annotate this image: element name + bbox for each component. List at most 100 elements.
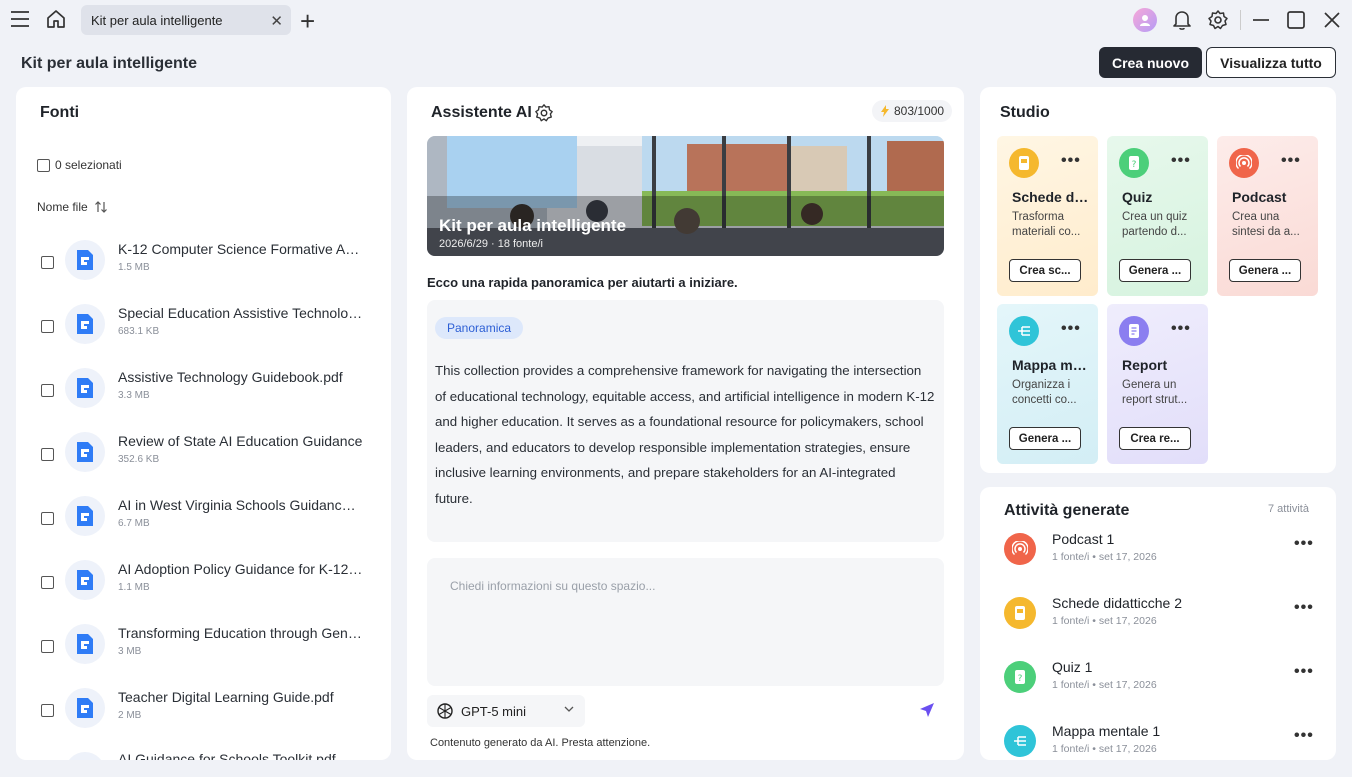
card-description: Trasforma materiali co...	[1012, 211, 1081, 238]
card-action-button[interactable]: Genera ...	[1229, 259, 1301, 282]
avatar[interactable]	[1133, 8, 1157, 32]
file-item[interactable]: Special Education Assistive Technology G…	[0, 296, 375, 360]
studio-card-report[interactable]: ••• Report Genera un report strut... Cre…	[1107, 304, 1208, 464]
overview-text: This collection provides a comprehensive…	[435, 363, 935, 506]
file-checkbox[interactable]	[41, 320, 54, 333]
more-icon[interactable]: •••	[1061, 320, 1081, 338]
file-checkbox[interactable]	[41, 448, 54, 461]
file-item[interactable]: Review of State AI Education Guidance 35…	[0, 424, 375, 488]
select-all-row[interactable]: 0 selezionati	[37, 158, 122, 172]
podcast-icon	[1229, 148, 1259, 178]
sort-by-name[interactable]: Nome file	[37, 200, 108, 214]
file-checkbox[interactable]	[41, 576, 54, 589]
document-icon	[65, 432, 105, 472]
chevron-down-icon[interactable]	[564, 704, 574, 715]
card-action-button[interactable]: Genera ...	[1009, 427, 1081, 450]
create-new-button[interactable]: Crea nuovo	[1099, 47, 1202, 78]
more-icon[interactable]: •••	[1294, 599, 1314, 617]
tab-active[interactable]: Kit per aula intelligente ✕	[81, 5, 291, 35]
studio-card-mindmap[interactable]: ••• Mappa mentale Organizza i concetti c…	[997, 304, 1098, 464]
studio-card-podcast[interactable]: ••• Podcast Crea una sintesi da a... Gen…	[1217, 136, 1318, 296]
chat-input[interactable]	[427, 558, 944, 686]
title-bar: Kit per aula intelligente ✕ +	[0, 0, 1352, 40]
file-name: AI in West Virginia Schools Guidance.pdf	[118, 497, 363, 513]
card-title: Mappa mentale	[1012, 357, 1092, 373]
select-all-checkbox[interactable]	[37, 158, 50, 172]
mindmap-icon	[1004, 725, 1036, 757]
document-icon	[65, 240, 105, 280]
settings-icon[interactable]	[1207, 9, 1229, 31]
view-all-button[interactable]: Visualizza tutto	[1206, 47, 1336, 78]
document-icon	[65, 752, 105, 760]
bell-icon[interactable]	[1172, 9, 1192, 31]
more-icon[interactable]: •••	[1171, 152, 1191, 170]
file-item[interactable]: Assistive Technology Guidebook.pdf 3.3 M…	[0, 360, 375, 424]
activity-item[interactable]: Mappa mentale 1 1 fonte/i • set 17, 2026…	[1000, 723, 1320, 773]
activity-title: Schede didatticche 2	[1052, 595, 1182, 611]
studio-title: Studio	[1000, 104, 1050, 121]
sources-title: Fonti	[40, 104, 80, 121]
maximize-icon[interactable]	[1286, 10, 1306, 30]
report-icon	[1119, 316, 1149, 346]
card-action-button[interactable]: Crea re...	[1119, 427, 1191, 450]
activity-meta: 1 fonte/i • set 17, 2026	[1052, 743, 1157, 755]
document-icon	[65, 560, 105, 600]
more-icon[interactable]: •••	[1061, 152, 1081, 170]
file-checkbox[interactable]	[41, 256, 54, 269]
file-checkbox[interactable]	[41, 640, 54, 653]
file-name: Assistive Technology Guidebook.pdf	[118, 369, 343, 385]
assistant-settings-icon[interactable]	[534, 103, 554, 128]
file-checkbox[interactable]	[41, 704, 54, 717]
file-size: 3.3 MB	[118, 390, 150, 401]
file-item[interactable]: Transforming Education through Generativ…	[0, 616, 375, 680]
card-title: Report	[1122, 357, 1168, 373]
sort-icon[interactable]	[94, 200, 108, 214]
home-icon[interactable]	[45, 8, 67, 30]
overview-chip[interactable]: Panoramica	[435, 317, 524, 339]
flashcard-icon	[1009, 148, 1039, 178]
new-tab-button[interactable]: +	[300, 6, 315, 37]
model-logo-icon	[437, 703, 453, 719]
menu-icon[interactable]	[10, 10, 30, 28]
card-action-button[interactable]: Crea sc...	[1009, 259, 1081, 282]
activity-title: Mappa mentale 1	[1052, 723, 1161, 739]
studio-card-flashcards[interactable]: ••• Schede didattiche Trasforma material…	[997, 136, 1098, 296]
send-icon[interactable]	[918, 701, 936, 724]
svg-text:?: ?	[1132, 160, 1137, 170]
page-title: Kit per aula intelligente	[21, 55, 198, 72]
file-item[interactable]: AI in West Virginia Schools Guidance.pdf…	[0, 488, 375, 552]
studio-card-quiz[interactable]: ? ••• Quiz Crea un quiz partendo d... Ge…	[1107, 136, 1208, 296]
file-item[interactable]: Teacher Digital Learning Guide.pdf 2 MB	[0, 680, 375, 744]
more-icon[interactable]: •••	[1171, 320, 1191, 338]
tab-title: Kit per aula intelligente	[91, 12, 223, 28]
activity-item[interactable]: Podcast 1 1 fonte/i • set 17, 2026 •••	[1000, 531, 1320, 581]
file-checkbox[interactable]	[41, 384, 54, 397]
more-icon[interactable]: •••	[1294, 727, 1314, 745]
activity-item[interactable]: Schede didatticche 2 1 fonte/i • set 17,…	[1000, 595, 1320, 645]
more-icon[interactable]: •••	[1281, 152, 1301, 170]
close-window-icon[interactable]	[1323, 11, 1341, 29]
card-title: Podcast	[1232, 189, 1287, 205]
activities-count: 7 attività	[1268, 503, 1309, 515]
credits-count: 803/1000	[894, 104, 945, 118]
divider	[1240, 10, 1241, 30]
activity-title: Quiz 1	[1052, 659, 1093, 675]
activity-title: Podcast 1	[1052, 531, 1115, 547]
document-icon	[65, 368, 105, 408]
card-description: Genera un report strut...	[1122, 379, 1188, 406]
model-selector[interactable]: GPT-5 mini	[427, 695, 585, 727]
more-icon[interactable]: •••	[1294, 535, 1314, 553]
selected-count: 0 selezionati	[55, 158, 122, 172]
file-item[interactable]: AI Adoption Policy Guidance for K-12 Sch…	[0, 552, 375, 616]
more-icon[interactable]: •••	[1294, 663, 1314, 681]
file-checkbox[interactable]	[41, 512, 54, 525]
close-tab-icon[interactable]: ✕	[270, 12, 283, 30]
card-action-button[interactable]: Genera ...	[1119, 259, 1191, 282]
activity-item[interactable]: ? Quiz 1 1 fonte/i • set 17, 2026 •••	[1000, 659, 1320, 709]
intro-text: Ecco una rapida panoramica per aiutarti …	[427, 275, 738, 290]
card-description: Crea un quiz partendo d...	[1122, 211, 1188, 238]
file-item[interactable]: K-12 Computer Science Formative Assessme…	[0, 232, 375, 296]
minimize-icon[interactable]	[1252, 18, 1270, 22]
file-item[interactable]: AI Guidance for Schools Toolkit.pdf	[16, 744, 375, 760]
file-name: AI Guidance for Schools Toolkit.pdf	[118, 751, 336, 760]
